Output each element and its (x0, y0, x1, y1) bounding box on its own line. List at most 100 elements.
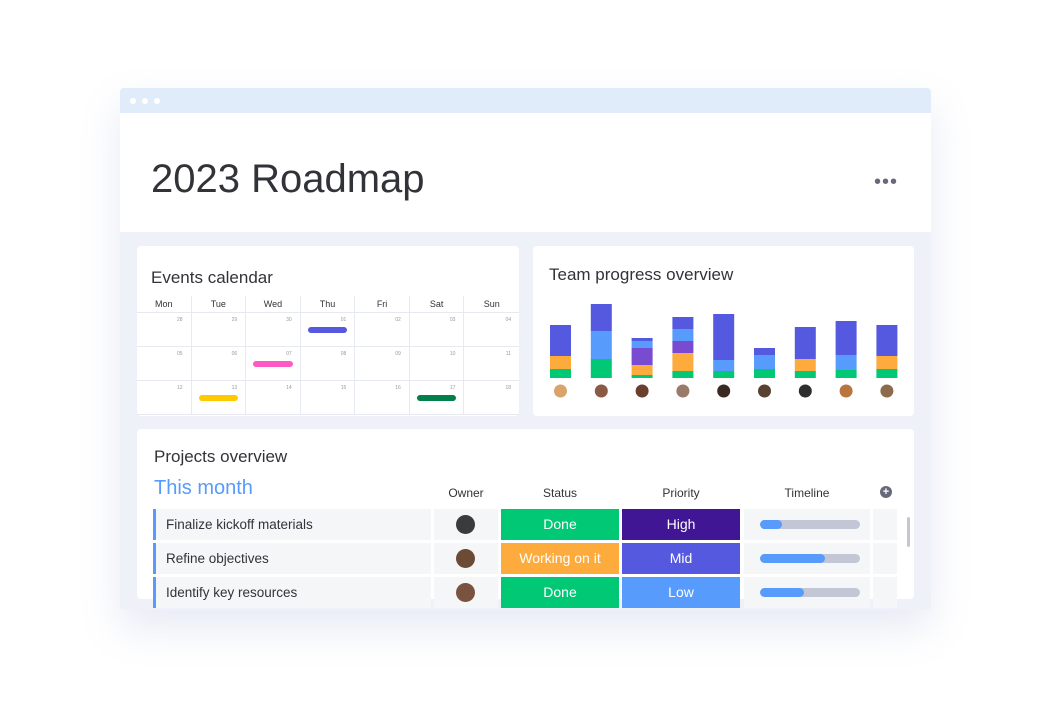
calendar-day[interactable]: 15 (300, 381, 356, 415)
calendar-day[interactable]: 07 (246, 347, 301, 381)
timeline-cell[interactable] (744, 577, 870, 608)
window-dot-icon (130, 98, 136, 104)
timeline-cell[interactable] (744, 509, 870, 540)
bar-segment (672, 341, 694, 353)
day-header: Thu (300, 296, 356, 313)
team-progress-chart (550, 304, 898, 398)
table-row[interactable]: Refine objectives Working on it Mid (153, 543, 897, 574)
calendar-day[interactable]: 18 (464, 381, 519, 415)
timeline-bar (760, 520, 860, 529)
priority-cell[interactable]: Low (622, 577, 740, 608)
bar-segment (672, 371, 694, 378)
avatar[interactable] (880, 384, 894, 398)
calendar-event[interactable] (416, 395, 457, 401)
calendar-event[interactable] (198, 395, 239, 401)
scrollbar[interactable] (907, 517, 910, 547)
timeline-cell[interactable] (744, 543, 870, 574)
page-title: 2023 Roadmap (151, 157, 425, 201)
calendar-event[interactable] (307, 327, 348, 333)
calendar-day[interactable]: 28 (137, 313, 192, 347)
calendar-day[interactable]: 06 (191, 347, 247, 381)
calendar-day[interactable]: 30 (246, 313, 301, 347)
plus-circle-icon[interactable]: + (880, 486, 892, 498)
day-number: 11 (505, 351, 511, 357)
avatar[interactable] (758, 384, 771, 398)
status-cell[interactable]: Working on it (501, 543, 619, 574)
calendar-day[interactable]: 04 (464, 313, 519, 347)
calendar-day[interactable]: 03 (409, 313, 465, 347)
calendar-day[interactable]: 02 (355, 313, 410, 347)
day-number: 07 (286, 351, 292, 357)
column-header-status[interactable]: Status (501, 486, 619, 500)
timeline-bar (760, 554, 860, 563)
owner-cell[interactable] (434, 577, 498, 608)
column-header-timeline[interactable]: Timeline (744, 486, 870, 500)
events-calendar-card: Events calendar Mon Tue Wed Thu Fri Sat Sun 28 2… (137, 246, 519, 416)
bar-segment (631, 365, 653, 375)
status-cell[interactable]: Done (501, 509, 619, 540)
calendar-grid: Mon Tue Wed Thu Fri Sat Sun 28 29 30 01 02 03 04 05 06 0… (137, 296, 519, 415)
day-header: Mon (137, 296, 192, 313)
window-dot-icon (142, 98, 148, 104)
day-number: 01 (340, 317, 347, 323)
avatar[interactable] (717, 384, 731, 398)
bar-segment (631, 338, 653, 341)
calendar-event[interactable] (253, 361, 293, 367)
calendar-day[interactable]: 12 (137, 381, 192, 415)
bar-segment (590, 331, 612, 359)
priority-cell[interactable]: Mid (622, 543, 740, 574)
calendar-day[interactable]: 29 (191, 313, 247, 347)
table-row[interactable]: Finalize kickoff materials Done High (153, 509, 897, 540)
status-cell[interactable]: Done (501, 577, 619, 608)
priority-cell[interactable]: High (622, 509, 740, 540)
window-titlebar (120, 88, 931, 113)
day-number: 04 (505, 317, 511, 323)
table-row[interactable]: Identify key resources Done Low (153, 577, 897, 608)
item-name[interactable]: Identify key resources (153, 577, 431, 608)
empty-cell (873, 577, 897, 608)
calendar-day[interactable]: 01 (300, 313, 356, 347)
item-name[interactable]: Finalize kickoff materials (153, 509, 431, 540)
avatar[interactable] (798, 384, 812, 398)
avatar[interactable] (839, 384, 853, 398)
owner-cell[interactable] (434, 509, 498, 540)
calendar-day[interactable]: 17 (409, 381, 465, 415)
avatar[interactable] (635, 384, 649, 398)
more-horizontal-icon[interactable]: ••• (874, 171, 898, 194)
timeline-fill (760, 588, 804, 597)
team-progress-card: Team progress overview (533, 246, 914, 416)
card-title: Events calendar (151, 268, 273, 287)
calendar-day[interactable]: 05 (137, 347, 192, 381)
calendar-day[interactable]: 10 (409, 347, 465, 381)
owner-cell[interactable] (434, 543, 498, 574)
avatar[interactable] (554, 384, 567, 398)
empty-cell (873, 509, 897, 540)
day-number: 08 (340, 351, 347, 357)
app-window: 2023 Roadmap ••• Events calendar Mon Tue W… (120, 88, 931, 610)
bar-segment (631, 348, 653, 365)
bar-segment (794, 327, 816, 359)
avatar[interactable] (676, 384, 690, 398)
day-number: 02 (395, 317, 401, 323)
column-header-priority[interactable]: Priority (622, 486, 740, 500)
bar-segment (794, 359, 816, 371)
calendar-day[interactable]: 14 (246, 381, 301, 415)
calendar-day[interactable]: 13 (191, 381, 247, 415)
calendar-day[interactable]: 08 (300, 347, 356, 381)
calendar-day[interactable]: 16 (355, 381, 410, 415)
calendar-day[interactable]: 11 (464, 347, 519, 381)
day-header: Fri (355, 296, 410, 313)
calendar-day[interactable]: 09 (355, 347, 410, 381)
bar-segment (754, 348, 775, 355)
item-name[interactable]: Refine objectives (153, 543, 431, 574)
day-number: 14 (286, 385, 292, 391)
day-number: 15 (340, 385, 347, 391)
bar-segment (876, 369, 898, 378)
group-title[interactable]: This month (154, 477, 253, 500)
avatar (456, 549, 475, 568)
avatar (456, 515, 475, 534)
bar-segment (672, 317, 694, 329)
avatar[interactable] (594, 384, 608, 398)
window-dot-icon (154, 98, 160, 104)
column-header-owner[interactable]: Owner (434, 486, 498, 500)
